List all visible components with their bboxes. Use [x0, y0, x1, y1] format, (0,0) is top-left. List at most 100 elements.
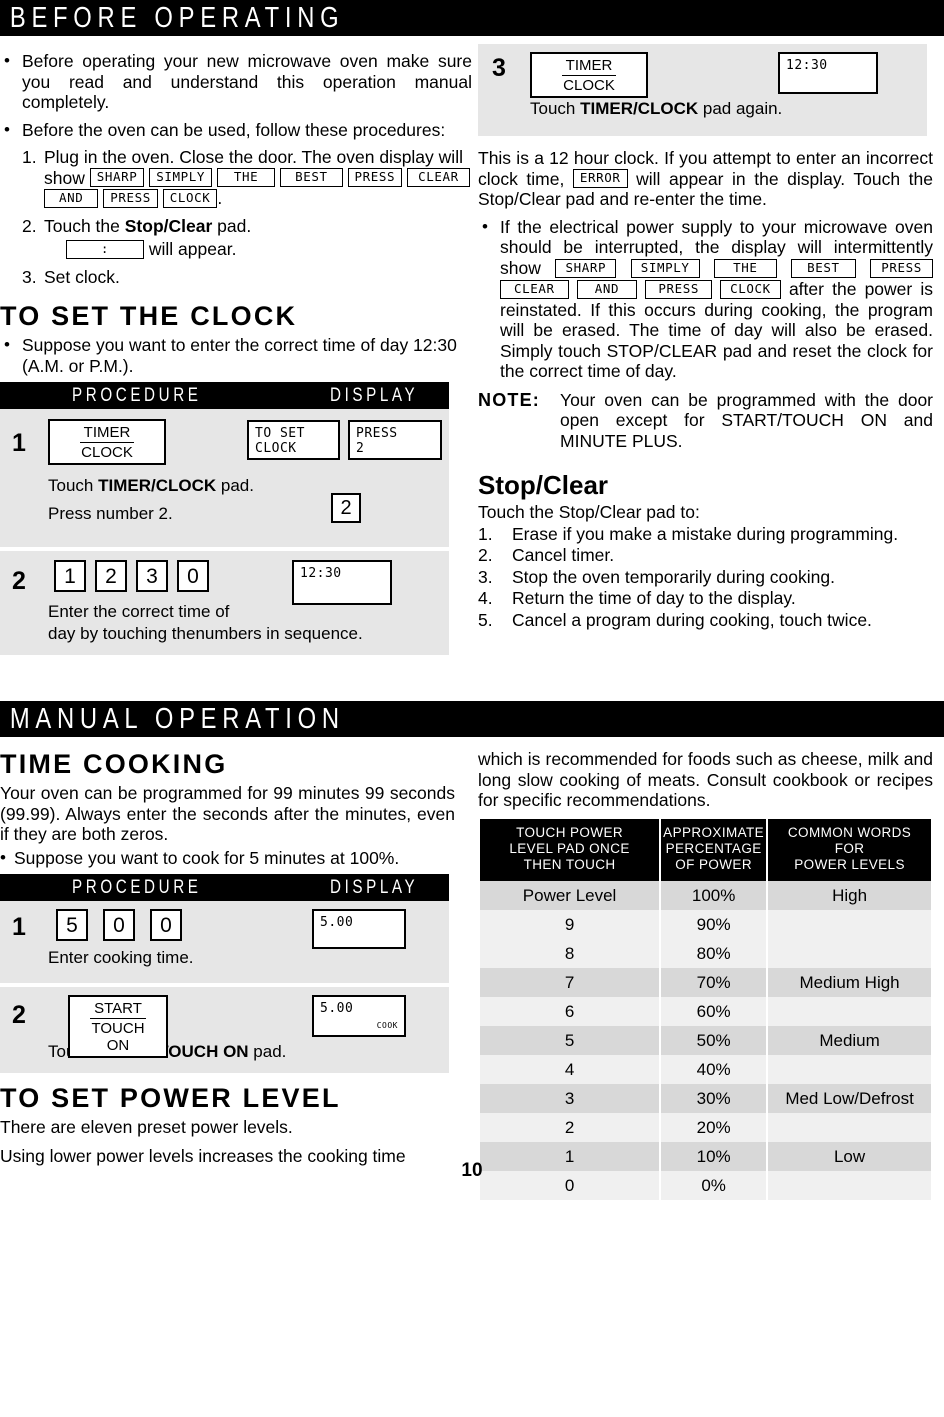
- list-item: 5. Cancel a program during cooking, touc…: [478, 610, 944, 631]
- lcd-press-2: PRESS: [103, 189, 158, 209]
- cell-level: 5: [480, 1025, 660, 1055]
- header-approximate-percentage: APPROXIMATE PERCENTAGE OF POWER: [661, 818, 767, 881]
- bullet-body: If the electrical power supply to your m…: [500, 217, 933, 382]
- header-line-1: COMMON WORDS: [787, 824, 912, 840]
- display-line-2: CLOCK: [255, 441, 297, 457]
- step-graphics: 5 0 0 5.00: [0, 909, 449, 950]
- step-caption-2: day by touching thenumbers in sequence.: [48, 624, 363, 644]
- lcd-sharp: SHARP: [89, 168, 145, 188]
- heading-to-set-power-level: TO SET POWER LEVEL: [0, 1083, 341, 1114]
- caption-bold: TIMER/CLOCK: [98, 476, 217, 496]
- cell-level: 8: [480, 938, 660, 968]
- lcd-press: PRESS: [870, 258, 933, 278]
- procedure-item-3: 3. Set clock.: [22, 267, 472, 288]
- step-caption: Enter cooking time.: [48, 948, 194, 968]
- bullet-power-interrupted: • If the electrical power supply to your…: [478, 217, 933, 382]
- table-row: 2 20%: [480, 1112, 931, 1142]
- pad-label-bottom: TOUCH ON: [91, 1020, 145, 1055]
- bullet-dot-icon: •: [482, 216, 488, 236]
- header-line-3: POWER LEVELS: [794, 856, 905, 872]
- display-1230: 12:30: [292, 560, 392, 606]
- timer-clock-pad[interactable]: TIMER CLOCK: [530, 52, 648, 98]
- header-touch-power-level: TOUCH POWER LEVEL PAD ONCE THEN TOUCH: [480, 818, 660, 881]
- numpad-1[interactable]: 1: [54, 560, 86, 593]
- display-line-1: PRESS: [356, 426, 398, 442]
- bullet-dot-icon: •: [4, 119, 10, 139]
- bullet-dot-icon: •: [4, 335, 10, 355]
- lcd-clock: CLOCK: [162, 189, 218, 209]
- cell-word: [768, 996, 931, 1026]
- note-label: NOTE:: [478, 389, 540, 410]
- manual-intro-paragraph: which is recommended for foods such as c…: [478, 749, 933, 811]
- item-period: .: [217, 188, 223, 209]
- table-row: Power Level 100% High: [480, 880, 931, 910]
- lcd-the: THE: [216, 168, 276, 188]
- header-procedure: PROCEDURE: [72, 385, 202, 407]
- item-number: 3.: [478, 566, 493, 587]
- table-row: 7 70% Medium High: [480, 967, 931, 997]
- list-item: 4. Return the time of day to the display…: [478, 588, 944, 609]
- table-header: PROCEDURE DISPLAY: [0, 874, 449, 902]
- numpad-0[interactable]: 0: [177, 560, 209, 593]
- list-item: 1. Erase if you make a mistake during pr…: [478, 524, 944, 545]
- table-row: 3 30% Med Low/Defrost: [480, 1083, 931, 1113]
- stop-clear-list: 1. Erase if you make a mistake during pr…: [478, 524, 944, 631]
- section-banner-manual-operation: MANUAL OPERATION: [0, 701, 944, 738]
- item-text: Erase if you make a mistake during progr…: [512, 523, 899, 544]
- page-number: 10: [461, 1159, 483, 1181]
- numpad-0-b[interactable]: 0: [150, 909, 182, 942]
- display-cook-indicator: COOK: [376, 1021, 398, 1031]
- lcd-clock: CLOCK: [720, 279, 781, 299]
- display-value: 12:30: [300, 566, 342, 582]
- lcd-sharp: SHARP: [555, 258, 617, 278]
- step-caption-1: Touch TIMER/CLOCK pad.: [48, 475, 449, 496]
- table-header: PROCEDURE DISPLAY: [0, 382, 449, 410]
- display-value: 12:30: [786, 58, 828, 73]
- pad-label-top: TIMER: [79, 424, 135, 444]
- item-text: Cancel a program during cooking, touch t…: [512, 609, 872, 630]
- time-cooking-paragraph: Your oven can be programmed for 99 minut…: [0, 783, 455, 845]
- heading-stop-clear: Stop/Clear: [478, 470, 609, 501]
- lcd-and: AND: [44, 189, 99, 209]
- caption-pre: Touch: [48, 476, 99, 496]
- lcd-best: BEST: [280, 168, 343, 188]
- heading-time-cooking: TIME COOKING: [0, 749, 228, 780]
- bullet-clock-example: • Suppose you want to enter the correct …: [0, 335, 472, 376]
- item-text: Cancel timer.: [512, 545, 615, 566]
- caption-post: pad.: [216, 476, 254, 496]
- item-number: 2.: [22, 216, 37, 237]
- cell-word: [768, 938, 931, 968]
- display-press-2: PRESS 2: [348, 420, 442, 461]
- lcd-press: PRESS: [347, 168, 403, 188]
- header-display: DISPLAY: [330, 877, 419, 899]
- item-text: Return the time of day to the display.: [512, 588, 796, 609]
- display-500: 5.00: [312, 909, 406, 950]
- numpad-3[interactable]: 3: [136, 560, 168, 593]
- bullet-text: Before operating your new microwave oven…: [22, 51, 472, 112]
- display-1230: 12:30: [778, 52, 878, 94]
- numpad-2[interactable]: 2: [95, 560, 127, 593]
- start-touch-on-pad[interactable]: START TOUCH ON: [68, 995, 168, 1059]
- bullet-dot-icon: •: [0, 847, 6, 867]
- timer-clock-pad[interactable]: TIMER CLOCK: [48, 419, 166, 466]
- table-row: 5 50% Medium: [480, 1025, 931, 1055]
- banner-text: BEFORE OPERATING: [0, 0, 944, 36]
- cell-word: [768, 1054, 931, 1084]
- note-body: Your oven can be programmed with the doo…: [560, 389, 933, 451]
- power-paragraph-1: There are eleven preset power levels.: [0, 1117, 293, 1138]
- item-number: 4.: [478, 588, 493, 609]
- numpad-5[interactable]: 5: [56, 909, 88, 942]
- cell-word: [768, 1112, 931, 1142]
- bullet-text: Before the oven can be used, follow thes…: [22, 119, 446, 140]
- clock-step-row-3: 3 TIMER CLOCK 12:30 Touch TIMER/CLOCK pa…: [478, 44, 927, 136]
- heading-to-set-the-clock: TO SET THE CLOCK: [0, 301, 298, 332]
- bullet-text: Suppose you want to cook for 5 minutes a…: [14, 847, 400, 868]
- bullet-dot-icon: •: [4, 51, 10, 70]
- clock-step-row-2: 2 1 2 3 0 12:30 Enter the correct time o…: [0, 551, 449, 656]
- caption-bold: TIMER/CLOCK: [580, 99, 699, 118]
- numpad-0-a[interactable]: 0: [103, 909, 135, 942]
- numpad-2[interactable]: 2: [331, 493, 361, 524]
- item-number: 1.: [22, 147, 37, 167]
- item-text-pre: Touch the: [44, 216, 125, 237]
- lcd-error: ERROR: [572, 169, 628, 189]
